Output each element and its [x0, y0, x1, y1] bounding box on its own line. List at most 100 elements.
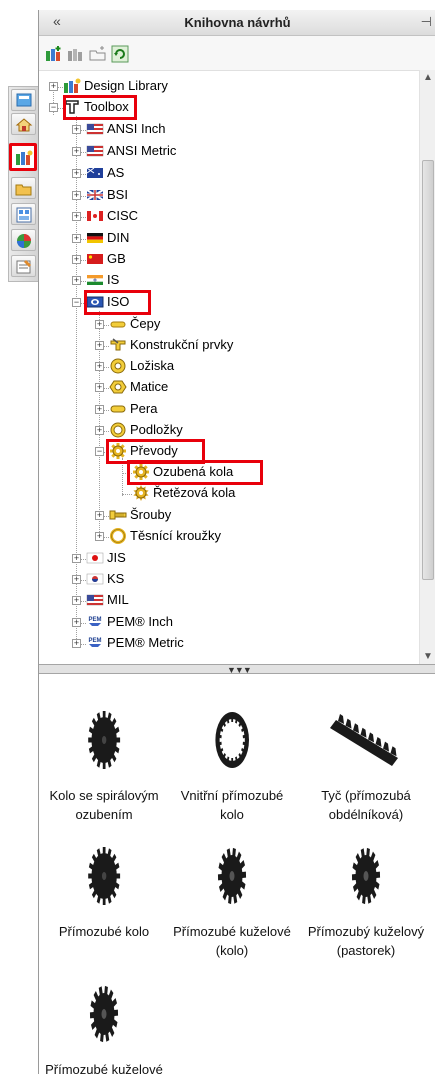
rack-icon: [301, 700, 431, 780]
tree-item-t-sn-c-krou-ky[interactable]: + Těsnící kroužky: [39, 527, 417, 547]
side-tab-design-library[interactable]: [9, 143, 37, 171]
expand-icon[interactable]: +: [72, 234, 81, 243]
scroll-down-icon[interactable]: ▼: [423, 651, 433, 662]
scroll-thumb[interactable]: [422, 160, 434, 580]
tree-item-matice[interactable]: + Matice: [39, 378, 417, 398]
tree-item-jis[interactable]: + JIS: [39, 549, 417, 569]
tree-item-pem-inch[interactable]: + PEM PEM® Inch: [39, 613, 417, 633]
tree-item-label: Řetězová kola: [153, 485, 236, 500]
expand-icon[interactable]: +: [72, 212, 81, 221]
palette-item[interactable]: Přímozubé kuželové kolo: [39, 974, 169, 1074]
tree-item-iso[interactable]: − ISO: [39, 290, 417, 315]
tree-item-design-library[interactable]: + Design Library: [39, 77, 417, 97]
side-tab-appearances[interactable]: [11, 229, 36, 251]
expand-icon[interactable]: +: [95, 405, 104, 414]
canada-flag-icon: [86, 208, 104, 224]
expand-icon[interactable]: +: [95, 511, 104, 520]
japan-flag-icon: [86, 550, 104, 566]
tree-item-ansi-metric[interactable]: + ANSI Metric: [39, 142, 417, 162]
tree-item-cisc[interactable]: + CISC: [39, 207, 417, 227]
palette-item[interactable]: Přímozubé kolo: [39, 836, 169, 941]
bearing-icon: [109, 358, 127, 374]
add-file-location-icon[interactable]: [67, 45, 85, 63]
tree-item-ansi-inch[interactable]: + ANSI Inch: [39, 120, 417, 140]
palette-item-caption: Přímozubé kuželové (kolo): [173, 924, 291, 958]
palette-item[interactable]: Přímozubý kuželový (pastorek): [301, 836, 431, 960]
highlight-frame: [63, 95, 137, 120]
tree-item-label: Těsnící kroužky: [130, 528, 222, 543]
refresh-icon[interactable]: [111, 45, 129, 63]
add-to-library-icon[interactable]: [45, 45, 63, 63]
nut-icon: [109, 379, 127, 395]
tree-item-toolbox[interactable]: − Toolbox: [39, 95, 417, 120]
tree-item-bsi[interactable]: + BSI: [39, 186, 417, 206]
palette-item[interactable]: Kolo se spirálovým ozubením: [39, 700, 169, 824]
tree-item-label: KS: [107, 571, 125, 586]
collapse-node-icon[interactable]: −: [49, 103, 58, 112]
palette-item[interactable]: Tyč (přímozubá obdélníková): [301, 700, 431, 824]
expand-icon[interactable]: +: [95, 362, 104, 371]
custom-properties-icon: [16, 260, 31, 274]
side-tab-solidworks-resources[interactable]: [11, 113, 36, 135]
home-icon: [16, 93, 32, 107]
tree-item-epy[interactable]: + Čepy: [39, 315, 417, 335]
tree-item-label: Ložiska: [130, 358, 175, 373]
expand-icon[interactable]: +: [72, 169, 81, 178]
pin-icon[interactable]: ⊣: [421, 14, 432, 30]
expand-icon[interactable]: +: [72, 255, 81, 264]
tree-item-gb[interactable]: + GB: [39, 250, 417, 270]
tree-item-lo-iska[interactable]: + Ložiska: [39, 357, 417, 377]
expand-icon[interactable]: +: [72, 596, 81, 605]
tree-scrollbar[interactable]: ▲ ▼: [419, 70, 435, 664]
collapse-node-icon[interactable]: −: [72, 298, 81, 307]
highlight-frame: [127, 460, 263, 485]
folder-icon: [15, 184, 32, 196]
expand-icon[interactable]: +: [95, 426, 104, 435]
us-flag-icon: [86, 592, 104, 608]
side-tab-view-palette[interactable]: [11, 203, 36, 225]
collapse-node-icon[interactable]: −: [95, 447, 104, 456]
side-tab-home[interactable]: [11, 89, 36, 111]
expand-icon[interactable]: +: [95, 341, 104, 350]
tree-item-ozuben-kola[interactable]: Ozubená kola: [39, 460, 417, 485]
side-tab-file-explorer[interactable]: [11, 177, 36, 199]
tree-item-podlo-ky[interactable]: + Podložky: [39, 421, 417, 441]
expand-icon[interactable]: +: [95, 383, 104, 392]
expand-icon[interactable]: +: [72, 639, 81, 648]
tree-item-din[interactable]: + DIN: [39, 229, 417, 249]
expand-icon[interactable]: +: [72, 618, 81, 627]
tree-item-konstruk-n-prvky[interactable]: + Konstrukční prvky: [39, 336, 417, 356]
tree-item-p-evody[interactable]: − Převody: [39, 439, 417, 464]
tree-item-pem-metric[interactable]: + PEM PEM® Metric: [39, 634, 417, 654]
expand-icon[interactable]: +: [72, 554, 81, 563]
create-folder-icon[interactable]: [89, 45, 107, 63]
expand-icon[interactable]: +: [72, 191, 81, 200]
panel-title: Knihovna návrhů: [184, 15, 291, 30]
scroll-up-icon[interactable]: ▲: [423, 72, 433, 83]
tree-item-is[interactable]: + IS: [39, 271, 417, 291]
tree-item-as[interactable]: + AS: [39, 164, 417, 184]
spur-gear-icon: [39, 836, 169, 916]
expand-icon[interactable]: +: [72, 125, 81, 134]
washer-icon: [109, 422, 127, 438]
tree-item-label: ANSI Inch: [107, 121, 166, 136]
expand-icon[interactable]: +: [49, 82, 58, 91]
side-tab-custom-properties[interactable]: [11, 255, 36, 277]
pane-splitter[interactable]: ▼▼▼: [39, 664, 435, 675]
tree-item-et-zov-kola[interactable]: Řetězová kola: [39, 484, 417, 504]
palette-item[interactable]: Vnitřní přímozubé kolo: [167, 700, 297, 824]
tree-item-label: Design Library: [84, 78, 168, 93]
expand-icon[interactable]: +: [72, 575, 81, 584]
expand-icon[interactable]: +: [72, 276, 81, 285]
helical-gear-icon: [39, 700, 169, 780]
expand-icon[interactable]: +: [95, 532, 104, 541]
tree-item-ks[interactable]: + KS: [39, 570, 417, 590]
tree-item-rouby[interactable]: + Šrouby: [39, 506, 417, 526]
expand-icon[interactable]: +: [95, 320, 104, 329]
palette-item-caption: Přímozubé kuželové kolo: [45, 1062, 163, 1074]
palette-item[interactable]: Přímozubé kuželové (kolo): [167, 836, 297, 960]
library-toolbar: [39, 36, 435, 70]
expand-icon[interactable]: +: [72, 147, 81, 156]
tree-item-pera[interactable]: + Pera: [39, 400, 417, 420]
tree-item-mil[interactable]: + MIL: [39, 591, 417, 611]
